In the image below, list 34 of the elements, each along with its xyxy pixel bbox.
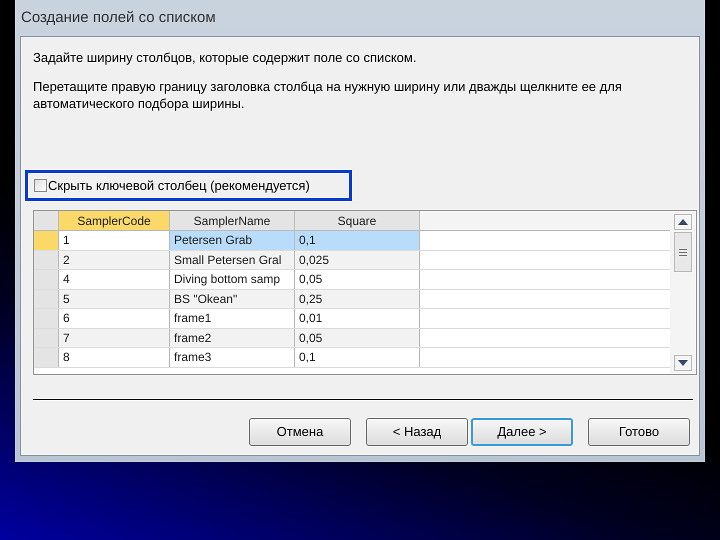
scroll-up-icon[interactable] [674,214,692,230]
select-all-corner[interactable] [34,211,59,230]
table-cell: frame2 [170,328,295,347]
table-cell: Petersen Grab [170,231,295,250]
table-cell: 0,1 [295,231,420,250]
wizard-button[interactable]: Далее > [471,418,573,446]
vertical-scrollbar[interactable] [670,211,696,374]
column-header[interactable]: Square [295,211,420,230]
table-cell: 0,05 [295,328,420,347]
table-cell: BS "Okean" [170,290,295,308]
window-title: Создание полей со списком [20,8,217,28]
wizard-button[interactable]: < Назад [366,418,468,446]
row-selector[interactable] [34,270,59,288]
row-selector[interactable] [34,309,59,328]
table-cell: 7 [59,328,170,347]
hide-key-column-checkbox[interactable]: Скрыть ключевой столбец (рекомендуется) [34,176,310,196]
scroll-down-icon[interactable] [674,355,692,371]
row-selector[interactable] [34,250,59,269]
column-header[interactable]: SamplerName [170,211,295,230]
table-cell: 0,25 [295,290,420,308]
instruction-text: Задайте ширину столбцов, которые содержит поле со списком. [33,49,418,66]
column-header[interactable]: SamplerCode [59,211,170,230]
row-selector[interactable] [34,328,59,347]
table-cell: 0,025 [295,250,420,269]
wizard-button[interactable]: Отмена [249,418,351,446]
row-selector[interactable] [34,348,59,366]
table-cell: 5 [59,290,170,308]
row-selector[interactable] [34,231,59,250]
wizard-button[interactable]: Готово [588,418,690,446]
scroll-thumb[interactable] [674,232,692,272]
instruction-text: Перетащите правую границу заголовка столбца на нужную ширину или дважды щелкните ее для автоматического подбора ширины. [33,78,623,112]
table-cell: Small Petersen Gral [170,250,295,269]
row-selector[interactable] [34,290,59,308]
table-cell: 2 [59,250,170,269]
